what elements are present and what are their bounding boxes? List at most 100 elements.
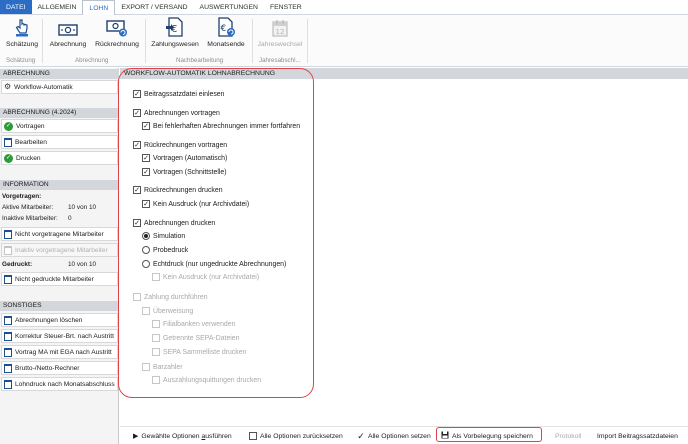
- checkbox-bei-fehlerhaften[interactable]: ✓ Bei fehlerhaften Abrechnungen immer fo…: [142, 122, 300, 130]
- set-all-label: Alle Optionen setzen: [368, 432, 431, 440]
- radio-icon: [142, 260, 150, 268]
- checkbox-checked-icon: ✓: [142, 168, 150, 176]
- checkbox-ueberweisung[interactable]: Überweisung: [142, 307, 193, 315]
- option-label: Rückrechnungen vortragen: [144, 141, 228, 149]
- document-icon: [4, 137, 12, 147]
- checkbox-beitragssatzdatei[interactable]: ✓ Beitragssatzdatei einlesen: [133, 90, 224, 98]
- zahlungswesen-button[interactable]: € Zahlungswesen: [150, 17, 200, 55]
- save-default-button[interactable]: Als Vorbelegung speichern: [441, 430, 533, 442]
- checkbox-rueckrechnungen-vortragen[interactable]: ✓ Rückrechnungen vortragen: [133, 141, 227, 149]
- sidebar-item-label: Vortragen: [16, 122, 45, 130]
- checkbox-checked-icon: ✓: [133, 186, 141, 194]
- page-title: WORKFLOW-AUTOMATIK LOHNABRECHNUNG: [120, 68, 688, 79]
- gedruckt-label: Gedruckt:: [2, 261, 33, 268]
- workflow-options-panel: [120, 79, 688, 426]
- document-icon: [4, 229, 12, 239]
- checkbox-checked-icon: ✓: [142, 122, 150, 130]
- checkbox-checked-icon: ✓: [357, 430, 365, 441]
- money-refresh-icon: [106, 17, 128, 37]
- ribbon-divider: [252, 19, 253, 63]
- jahreswechsel-button[interactable]: 12 Jahreswechsel: [255, 17, 305, 55]
- reset-all-button[interactable]: Alle Optionen zurücksetzen: [249, 430, 343, 442]
- aktive-mitarbeiter-value: 10 von 10: [68, 204, 97, 211]
- checkbox-sepa-sammelliste[interactable]: SEPA Sammelliste drucken: [152, 348, 246, 356]
- option-label: Kein Ausdruck (nur Archivdatei): [153, 200, 250, 208]
- inaktive-mitarbeiter-label: Inaktive Mitarbeiter:: [2, 215, 58, 222]
- option-label: Rückrechnungen drucken: [144, 186, 223, 194]
- checkbox-icon: [133, 293, 141, 301]
- monatsende-button[interactable]: € Monatsende: [203, 17, 249, 55]
- schaetzung-button[interactable]: Schätzung: [4, 17, 40, 55]
- option-label: Zahlung durchführen: [144, 293, 208, 301]
- money-icon: [58, 17, 78, 37]
- sidebar-item-vortrag-ma-ega[interactable]: Vortrag MA mit EGA nach Austritt: [1, 345, 118, 359]
- sidebar-item-label: Workflow-Automatik: [14, 83, 73, 91]
- sidebar-item-vortragen[interactable]: ✓ Vortragen: [1, 119, 118, 133]
- radio-probedruck[interactable]: Probedruck: [142, 246, 188, 254]
- sidebar-item-brutto-netto-rechner[interactable]: Brutto-/Netto-Rechner: [1, 361, 118, 375]
- reset-all-label: Alle Optionen zurücksetzen: [260, 432, 343, 440]
- menu-tab-lohn[interactable]: LOHN: [82, 0, 116, 16]
- sidebar-item-korrektur-steuer[interactable]: Korrektur Steuer-Brt. nach Austritt: [1, 329, 118, 343]
- menu-tab-datei[interactable]: DATEI: [0, 0, 32, 14]
- sidebar-item-abrechnungen-loeschen[interactable]: Abrechnungen löschen: [1, 313, 118, 327]
- gear-icon: ⚙: [4, 82, 12, 91]
- sidebar-item-lohndruck[interactable]: Lohndruck nach Monatsabschluss: [1, 377, 118, 391]
- abrechnung-button[interactable]: Abrechnung: [47, 17, 89, 55]
- checkbox-checked-icon: ✓: [142, 200, 150, 208]
- checkbox-filialbanken[interactable]: Filialbanken verwenden: [152, 320, 235, 328]
- rueckrechnung-button[interactable]: Rückrechnung: [93, 17, 141, 55]
- option-label: Bei fehlerhaften Abrechnungen immer fort…: [153, 122, 301, 130]
- checkbox-vortragen-automatisch[interactable]: ✓ Vortragen (Automatisch): [142, 154, 227, 162]
- abrechnung-label: Abrechnung: [49, 41, 87, 48]
- option-label: Vortragen (Schnittstelle): [153, 168, 227, 176]
- set-all-button[interactable]: ✓ Alle Optionen setzen: [357, 430, 431, 442]
- option-label: Überweisung: [153, 307, 194, 315]
- checkbox-icon: [152, 348, 160, 356]
- sidebar-item-label: Lohndruck nach Monatsabschluss: [15, 380, 115, 388]
- radio-selected-icon: [142, 232, 150, 240]
- checkbox-kein-ausdruck-rueckrechnung[interactable]: ✓ Kein Ausdruck (nur Archivdatei): [142, 200, 249, 208]
- option-label: Abrechnungen drucken: [144, 219, 216, 227]
- checkbox-barzahler[interactable]: Barzahler: [142, 363, 183, 371]
- section-header-abrechnung: ABRECHNUNG: [0, 69, 119, 79]
- run-selected-button[interactable]: ▶ Gewählte Optionen ausführen: [133, 430, 232, 442]
- sidebar-item-label: Nicht gedruckte Mitarbeiter: [15, 275, 94, 283]
- sidebar-item-label: Nicht vorgetragene Mitarbeiter: [15, 230, 104, 238]
- option-label: Barzahler: [153, 363, 183, 371]
- option-label: Vortragen (Automatisch): [153, 154, 228, 162]
- checkbox-vortragen-schnittstelle[interactable]: ✓ Vortragen (Schnittstelle): [142, 168, 227, 176]
- sidebar-item-nicht-vorgetragene[interactable]: Nicht vorgetragene Mitarbeiter: [1, 227, 118, 241]
- sidebar-item-inaktiv-vorgetragene[interactable]: Inaktiv vorgetragene Mitarbeiter: [1, 243, 118, 257]
- sidebar-item-label: Korrektur Steuer-Brt. nach Austritt: [15, 332, 114, 340]
- menu-tab-export-versand[interactable]: EXPORT / VERSAND: [115, 0, 193, 14]
- option-label: Abrechnungen vortragen: [144, 109, 220, 117]
- checkbox-icon: [152, 376, 160, 384]
- checkbox-abrechnungen-drucken[interactable]: ✓ Abrechnungen drucken: [133, 219, 215, 227]
- checkbox-icon: [142, 307, 150, 315]
- checkbox-icon: [142, 363, 150, 371]
- sidebar-item-bearbeiten[interactable]: Bearbeiten: [1, 135, 118, 149]
- checkbox-rueckrechnungen-drucken[interactable]: ✓ Rückrechnungen drucken: [133, 186, 223, 194]
- menu-tab-auswertungen[interactable]: AUSWERTUNGEN: [194, 0, 264, 14]
- sidebar-item-label: Abrechnungen löschen: [15, 316, 83, 324]
- menu-tab-allgemein[interactable]: ALLGEMEIN: [32, 0, 83, 14]
- section-header-sonstiges: SONSTIGES: [0, 301, 119, 311]
- protokoll-label: Protokoll: [555, 432, 582, 440]
- sidebar-item-drucken[interactable]: ✓ Drucken: [1, 151, 118, 165]
- protokoll-button[interactable]: Protokoll: [555, 430, 581, 442]
- sidebar-item-workflow-automatik[interactable]: ⚙ Workflow-Automatik: [1, 80, 118, 94]
- sidebar-item-nicht-gedruckte[interactable]: Nicht gedruckte Mitarbeiter: [1, 272, 118, 286]
- radio-echtdruck[interactable]: Echtdruck (nur ungedruckte Abrechnungen): [142, 260, 286, 268]
- checkbox-getrennte-sepa[interactable]: Getrennte SEPA-Dateien: [152, 334, 239, 342]
- menu-tab-fenster[interactable]: FENSTER: [264, 0, 308, 14]
- option-label: Kein Ausdruck (nur Archivdatei): [163, 273, 260, 281]
- rueckrechnung-label: Rückrechnung: [95, 41, 139, 48]
- checkbox-kein-ausdruck-abrechnung[interactable]: Kein Ausdruck (nur Archivdatei): [152, 273, 259, 281]
- radio-simulation[interactable]: Simulation: [142, 232, 185, 240]
- checkbox-zahlung-durchfuehren[interactable]: Zahlung durchführen: [133, 293, 208, 301]
- checkbox-abrechnungen-vortragen[interactable]: ✓ Abrechnungen vortragen: [133, 109, 220, 117]
- ribbon: Schätzung Schätzung Abrechnung Rückrechn…: [0, 15, 688, 67]
- checkbox-auszahlungsquittungen[interactable]: Auszahlungsquittungen drucken: [152, 376, 261, 384]
- import-beitragssatzdateien-button[interactable]: Import Beitragssatzdateien: [597, 430, 678, 442]
